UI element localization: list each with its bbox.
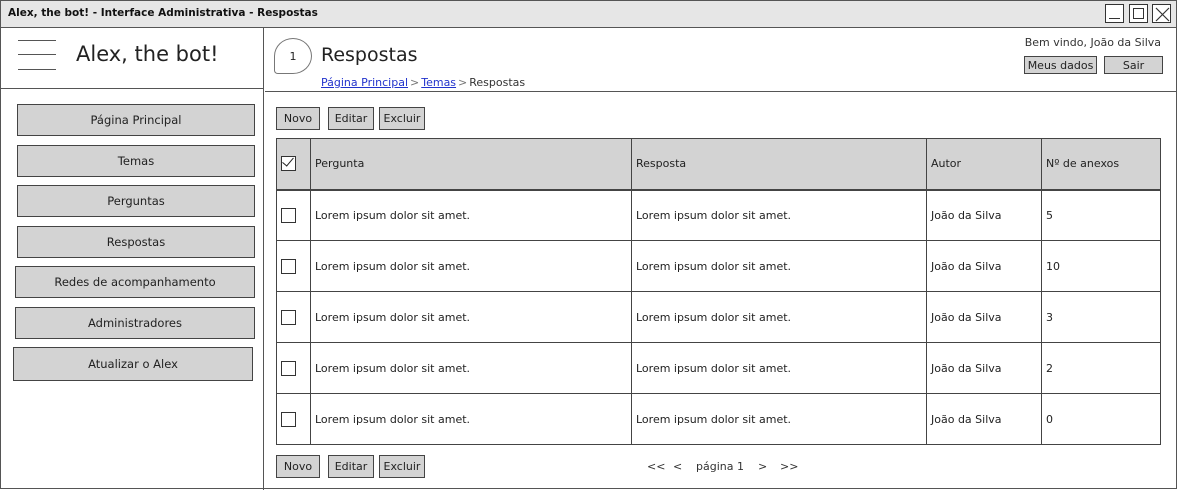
close-icon[interactable]: [1152, 4, 1171, 23]
logo-area: Alex, the bot!: [1, 28, 263, 89]
table-row[interactable]: Lorem ipsum dolor sit amet. Lorem ipsum …: [276, 189, 1161, 241]
app-window: Alex, the bot! - Interface Administrativ…: [0, 0, 1177, 490]
delete-button-bottom[interactable]: Excluir: [379, 455, 425, 478]
column-header-anexos[interactable]: Nº de anexos: [1041, 138, 1161, 191]
breadcrumb-link-temas[interactable]: Temas: [421, 76, 456, 89]
cell-resposta: Lorem ipsum dolor sit amet.: [631, 393, 927, 445]
cell-anexos: 2: [1041, 342, 1161, 394]
page-title: Respostas: [321, 44, 418, 66]
table-row[interactable]: Lorem ipsum dolor sit amet. Lorem ipsum …: [276, 240, 1161, 292]
column-header-resposta[interactable]: Resposta: [631, 138, 927, 191]
next-page-button[interactable]: >: [758, 460, 767, 473]
sidebar-item-atualizar-o-alex[interactable]: Atualizar o Alex: [13, 347, 253, 381]
logout-button[interactable]: Sair: [1104, 56, 1163, 74]
sidebar-item-perguntas[interactable]: Perguntas: [17, 185, 255, 217]
column-header-pergunta[interactable]: Pergunta: [310, 138, 632, 191]
cell-autor: João da Silva: [926, 189, 1042, 241]
cell-anexos: 0: [1041, 393, 1161, 445]
sidebar: Alex, the bot! Página Principal Temas Pe…: [1, 28, 264, 490]
table-row[interactable]: Lorem ipsum dolor sit amet. Lorem ipsum …: [276, 393, 1161, 445]
cell-resposta: Lorem ipsum dolor sit amet.: [631, 240, 927, 292]
new-button-top[interactable]: Novo: [276, 107, 320, 130]
minimize-icon[interactable]: [1105, 4, 1124, 23]
row-select-cell: [276, 189, 311, 241]
delete-button-top[interactable]: Excluir: [379, 107, 425, 130]
page-indicator: página 1: [696, 460, 744, 473]
row-select-cell: [276, 240, 311, 292]
breadcrumb-link-pagina-principal[interactable]: Página Principal: [321, 76, 408, 89]
page-header: 1 Respostas Página Principal > Temas > Respo…: [265, 28, 1177, 92]
my-data-button[interactable]: Meus dados: [1024, 56, 1097, 74]
table-row[interactable]: Lorem ipsum dolor sit amet. Lorem ipsum …: [276, 291, 1161, 343]
row-checkbox[interactable]: [281, 207, 296, 223]
cell-pergunta: Lorem ipsum dolor sit amet.: [310, 240, 632, 292]
row-checkbox[interactable]: [281, 258, 296, 274]
last-page-button[interactable]: >>: [780, 460, 798, 473]
cell-autor: João da Silva: [926, 291, 1042, 343]
cell-resposta: Lorem ipsum dolor sit amet.: [631, 189, 927, 241]
table-header-row: Pergunta Resposta Autor Nº de anexos: [276, 138, 1161, 191]
row-select-cell: [276, 342, 311, 394]
column-header-autor[interactable]: Autor: [926, 138, 1042, 191]
cell-pergunta: Lorem ipsum dolor sit amet.: [310, 393, 632, 445]
row-checkbox[interactable]: [281, 411, 296, 427]
prev-page-button[interactable]: <: [673, 460, 682, 473]
answers-table: Pergunta Resposta Autor Nº de anexos Lor…: [276, 138, 1161, 445]
sidebar-item-pagina-principal[interactable]: Página Principal: [17, 104, 255, 136]
cell-pergunta: Lorem ipsum dolor sit amet.: [310, 291, 632, 343]
hamburger-menu-icon[interactable]: [18, 40, 56, 72]
notification-badge[interactable]: 1: [274, 38, 312, 74]
sidebar-item-respostas[interactable]: Respostas: [17, 226, 255, 258]
table-row[interactable]: Lorem ipsum dolor sit amet. Lorem ipsum …: [276, 342, 1161, 394]
breadcrumb-current: Respostas: [469, 76, 526, 89]
breadcrumb: Página Principal > Temas > Respostas: [321, 76, 525, 89]
cell-resposta: Lorem ipsum dolor sit amet.: [631, 342, 927, 394]
sidebar-item-temas[interactable]: Temas: [17, 145, 255, 177]
cell-anexos: 3: [1041, 291, 1161, 343]
cell-anexos: 5: [1041, 189, 1161, 241]
row-select-cell: [276, 291, 311, 343]
select-all-cell: [276, 138, 311, 191]
app-name: Alex, the bot!: [76, 42, 219, 66]
new-button-bottom[interactable]: Novo: [276, 455, 320, 478]
breadcrumb-separator: >: [458, 76, 468, 89]
sidebar-item-redes-de-acompanhamento[interactable]: Redes de acompanhamento: [15, 266, 255, 298]
select-all-checkbox[interactable]: [281, 156, 296, 172]
breadcrumb-separator: >: [410, 76, 420, 89]
cell-pergunta: Lorem ipsum dolor sit amet.: [310, 189, 632, 241]
welcome-text: Bem vindo, João da Silva: [1024, 36, 1161, 49]
first-page-button[interactable]: <<: [647, 460, 665, 473]
maximize-icon[interactable]: [1129, 4, 1148, 23]
edit-button-bottom[interactable]: Editar: [328, 455, 374, 478]
title-bar: Alex, the bot! - Interface Administrativ…: [1, 1, 1176, 28]
row-checkbox[interactable]: [281, 309, 296, 325]
cell-anexos: 10: [1041, 240, 1161, 292]
row-select-cell: [276, 393, 311, 445]
cell-pergunta: Lorem ipsum dolor sit amet.: [310, 342, 632, 394]
cell-autor: João da Silva: [926, 240, 1042, 292]
row-checkbox[interactable]: [281, 360, 296, 376]
cell-autor: João da Silva: [926, 393, 1042, 445]
edit-button-top[interactable]: Editar: [328, 107, 374, 130]
sidebar-item-administradores[interactable]: Administradores: [15, 307, 255, 339]
cell-resposta: Lorem ipsum dolor sit amet.: [631, 291, 927, 343]
cell-autor: João da Silva: [926, 342, 1042, 394]
window-title: Alex, the bot! - Interface Administrativ…: [8, 7, 318, 19]
